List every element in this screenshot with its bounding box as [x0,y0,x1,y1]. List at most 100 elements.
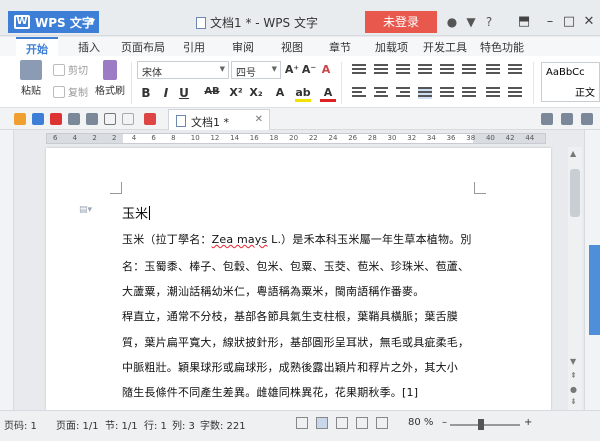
tab-references[interactable]: 引用 [183,39,205,55]
grow-font-icon[interactable]: A⁺ [284,63,300,76]
export-pdf-icon[interactable] [50,113,62,125]
tab-insert[interactable]: 插入 [78,39,100,55]
copy-button[interactable]: 复制 [53,84,88,99]
increase-indent-icon[interactable] [418,64,432,76]
paste-button[interactable]: 粘贴 [16,60,46,97]
scroll-down-icon[interactable]: ▼ [570,357,576,366]
zoom-slider-thumb[interactable] [478,419,484,430]
tab-document[interactable]: 文档1 * ✕ [168,109,270,130]
tab-review[interactable]: 审阅 [232,39,254,55]
body-line[interactable]: 隨生長條件不同產生差異。雌雄同株異花，花果期秋季。[1] [122,384,418,400]
shrink-font-icon[interactable]: A⁻ [301,63,317,76]
zoom-in-icon[interactable]: + [524,417,532,428]
document-heading[interactable]: 玉米 [122,203,151,222]
style-gallery[interactable]: AaBbCc 正文 [541,62,600,102]
scroll-up-icon[interactable]: ▲ [570,149,576,158]
word-count[interactable]: 字数: 221 [200,417,246,432]
show-marks-icon[interactable] [486,64,500,76]
cut-button[interactable]: 剪切 [53,62,88,77]
body-line[interactable]: 玉米（拉丁學名：Zea mays L.）是禾本科玉米屬一年生草本植物。別 [122,231,472,247]
strikethrough-icon[interactable]: AB [203,86,221,97]
wps-app-menu-button[interactable]: W WPS 文字 ▼ [8,11,99,33]
align-left-icon[interactable] [352,87,366,99]
borders-icon[interactable] [508,87,522,99]
bold-icon[interactable]: B [138,86,154,100]
open-icon[interactable] [14,113,26,125]
body-line[interactable]: 質，葉片扁平寬大，線狀披針形，基部圓形呈耳狀，無毛或具疵柔毛， [122,334,469,350]
vertical-scrollbar[interactable]: ▲ ▼ ⇞ ● ⇟ [568,147,582,410]
print-icon[interactable] [68,113,80,125]
numbered-list-icon[interactable] [374,64,388,76]
ruler-tick-label: 2 [92,134,97,142]
copy-icon [53,85,65,98]
tab-section[interactable]: 章节 [329,39,351,55]
ruler-tick-label: 44 [525,134,535,142]
font-name-select[interactable]: 宋体 ▼ [137,61,229,79]
justify-icon[interactable] [418,87,432,99]
tab-stops-icon[interactable] [508,64,522,76]
highlight-icon[interactable]: ab [295,86,311,102]
font-color-icon[interactable]: A [320,86,336,102]
scroll-thumb[interactable] [570,169,580,217]
section-info: 节: 1/1 [105,421,138,432]
distributed-icon[interactable] [440,87,454,99]
margin-corner [474,182,486,194]
subscript-icon[interactable]: X₂ [248,86,264,99]
body-line[interactable]: 中脈粗壯。穎果球形或扁球形，成熟後露出穎片和稃片之外，其大小 [122,359,458,375]
undo-icon[interactable] [104,113,116,125]
zoom-level[interactable]: 80 % [408,417,433,428]
bullet-list-icon[interactable] [352,64,366,76]
tab-view[interactable]: 视图 [281,39,303,55]
outline-view-icon[interactable] [336,417,348,429]
tab-developer[interactable]: 开发工具 [423,39,467,55]
redo-icon[interactable] [122,113,134,125]
focus-mode-icon[interactable] [296,417,308,429]
close-button[interactable]: ✕ [576,11,600,33]
customize-icon[interactable] [144,113,156,125]
shading-icon[interactable] [486,87,500,99]
decrease-indent-icon[interactable] [396,64,410,76]
body-line[interactable]: 稈直立，通常不分枝，基部各節具氣生支柱根，葉鞘具橫脈；葉舌膜 [122,308,458,324]
body-line[interactable]: 名：玉蜀黍、棒子、包穀、包米、包粟、玉茭、苞米、珍珠米、苞蘆、 [122,258,469,274]
format-painter-button[interactable]: 格式刷 [93,60,127,97]
side-panel-tab[interactable] [589,245,600,335]
reading-view-icon[interactable] [356,417,368,429]
align-center-icon[interactable] [374,87,388,99]
align-right-icon[interactable] [396,87,410,99]
close-icon[interactable]: ✕ [255,114,263,125]
document-page[interactable]: ▤▾ 玉米 玉米（拉丁學名：Zea mays L.）是禾本科玉米屬一年生草本植物… [46,148,551,410]
zoom-slider[interactable] [450,424,520,426]
clear-format-icon[interactable]: A [318,63,334,76]
web-view-icon[interactable] [376,417,388,429]
tab-home[interactable]: 开始 [16,37,58,56]
tab-addins[interactable]: 加载项 [375,39,408,55]
window-list-icon[interactable] [541,113,553,125]
page-view-icon[interactable] [316,417,328,429]
next-page-icon[interactable]: ⇟ [570,397,577,406]
tab-page-layout[interactable]: 页面布局 [121,39,165,55]
select-browse-icon[interactable]: ● [570,385,577,394]
fullscreen-button[interactable]: ⬒ [511,11,537,33]
tab-features[interactable]: 特色功能 [480,39,524,55]
skin-icon[interactable]: ● [444,14,460,30]
line-spacing-icon[interactable] [462,87,476,99]
italic-icon[interactable]: I [158,86,174,100]
superscript-icon[interactable]: X² [228,86,244,99]
font-size-select[interactable]: 四号 ▼ [231,61,281,79]
prev-page-icon[interactable]: ⇞ [570,371,577,380]
shirt-icon[interactable]: ▼ [463,14,479,30]
tab-options-icon[interactable] [561,113,573,125]
chinese-layout-icon[interactable] [440,64,454,76]
paragraph-handle-icon[interactable]: ▤▾ [79,205,92,215]
horizontal-ruler[interactable]: 6 4 2 2 4 6 8 10 12 14 16 18 20 22 24 26 28 30 32 34 36 38 40 4… [46,133,546,144]
underline-icon[interactable]: U [176,86,192,100]
help-icon[interactable]: ? [481,14,497,30]
login-button[interactable]: 未登录 [365,11,437,33]
body-line[interactable]: 大蘆粟，潮汕話稱幼米仁，粵語稱為粟米，閩南語稱作番麥。 [122,283,424,299]
save-icon[interactable] [32,113,44,125]
collapse-ribbon-icon[interactable] [581,113,593,125]
print-preview-icon[interactable] [86,113,98,125]
sort-icon[interactable] [462,64,476,76]
zoom-out-icon[interactable]: – [442,417,447,428]
text-effect-icon[interactable]: A [272,86,288,99]
